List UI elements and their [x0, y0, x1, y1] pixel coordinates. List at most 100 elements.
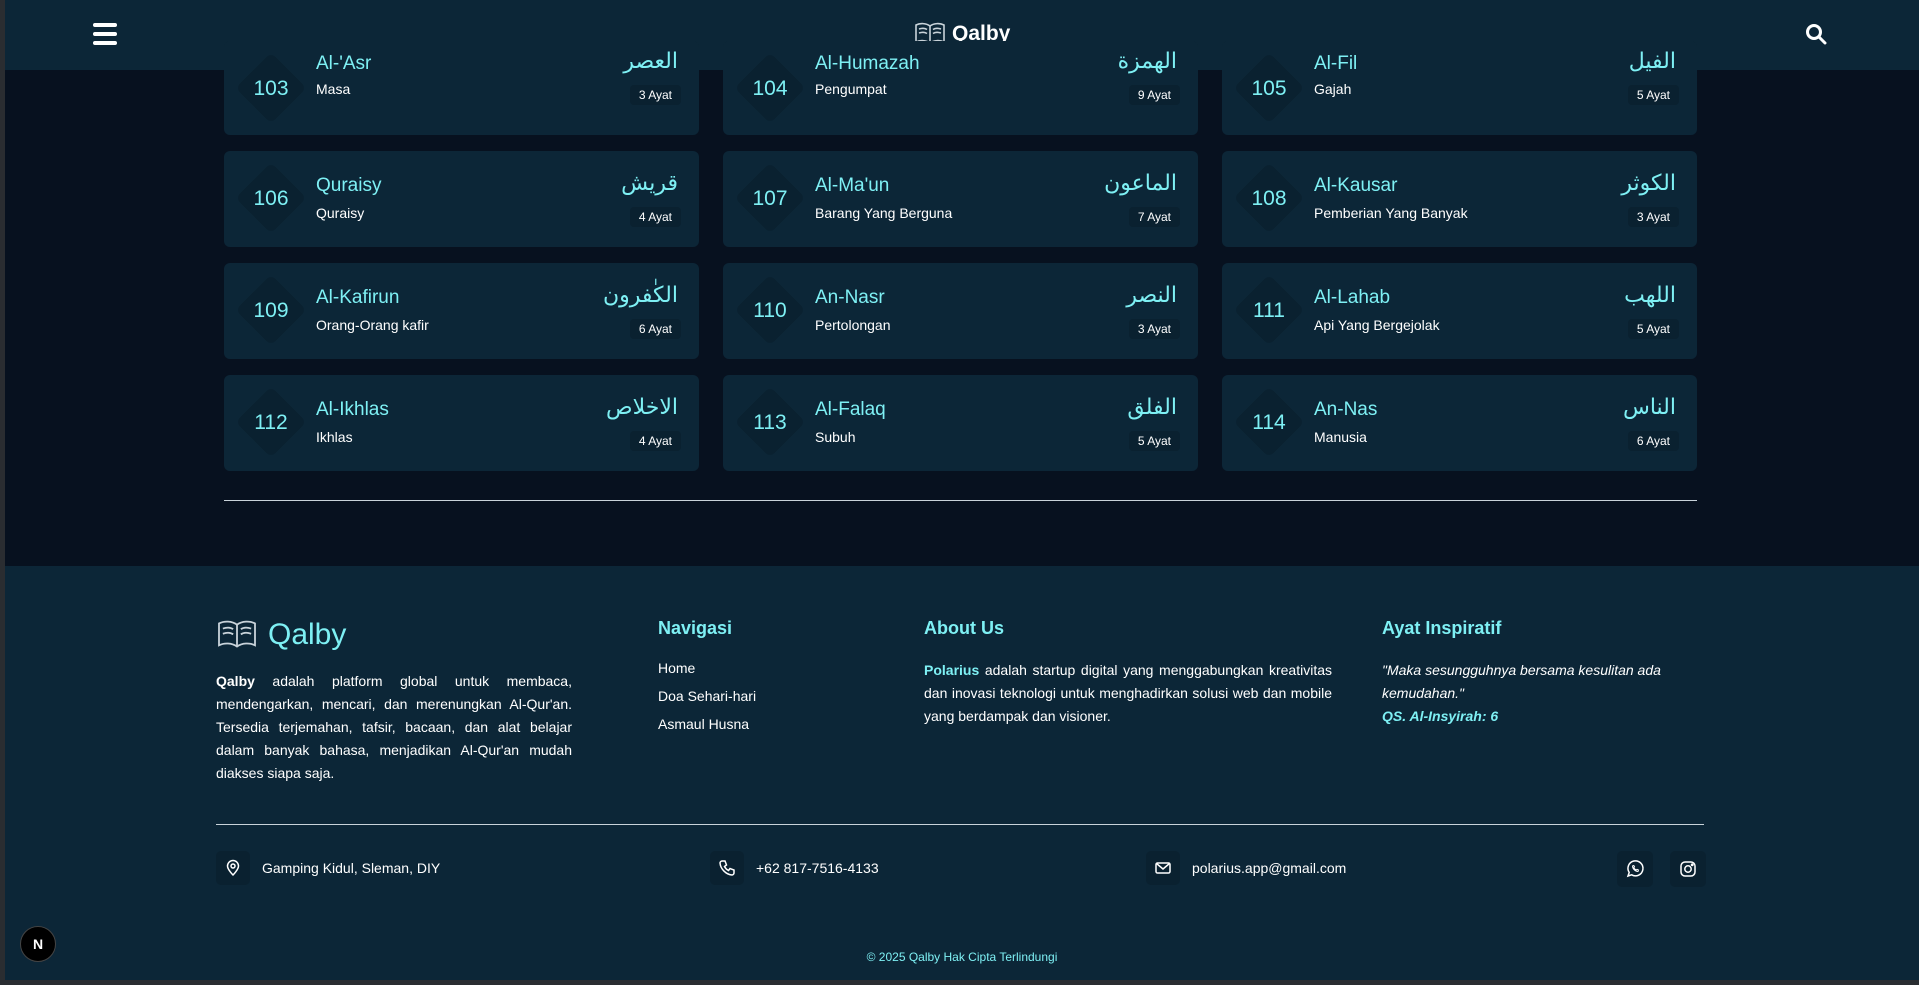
quote-reference: QS. Al-Insyirah: 6	[1382, 708, 1499, 724]
surah-arabic-name: العصر	[623, 49, 678, 74]
surah-arabic-name: الكٰفرون	[602, 283, 678, 308]
surah-meaning: Masa	[316, 81, 351, 97]
footer-nav-doa[interactable]: Doa Sehari-hari	[658, 688, 756, 716]
ayat-count-badge: 6 Ayat	[629, 319, 681, 339]
surah-meaning: Pemberian Yang Banyak	[1314, 205, 1468, 221]
contact-address: Gamping Kidul, Sleman, DIY	[216, 851, 440, 885]
surah-grid: 103 Al-'Asr Masa العصر 3 Ayat 104 Al-Humazah Pe…	[224, 41, 1697, 471]
about-us-body: adalah startup digital yang menggabungka…	[924, 662, 1332, 724]
app-frame: Qalby 103 Al-'Asr Masa العصر 3 Ayat 104 Al-Hum…	[5, 0, 1919, 980]
surah-number: 107	[752, 187, 788, 210]
divider	[224, 500, 1697, 501]
surah-number: 112	[254, 411, 288, 434]
surah-number: 110	[753, 299, 787, 322]
contact-phone: +62 817-7516-4133	[710, 851, 879, 885]
surah-arabic-name: قريش	[621, 171, 678, 196]
surah-latin-name: Al-Humazah	[815, 53, 920, 74]
mail-icon	[1146, 851, 1180, 885]
surah-card[interactable]: 106 Quraisy Quraisy قريش 4 Ayat	[224, 151, 699, 247]
whatsapp-icon[interactable]	[1617, 851, 1653, 887]
about-us-text: Polarius adalah startup digital yang men…	[924, 659, 1332, 728]
surah-arabic-name: الناس	[1622, 395, 1676, 420]
surah-arabic-name: الكوثر	[1621, 171, 1676, 196]
surah-latin-name: Al-Ma'un	[815, 175, 890, 196]
email-text[interactable]: polarius.app@gmail.com	[1192, 860, 1346, 876]
surah-latin-name: An-Nasr	[815, 287, 885, 308]
footer-logo: Qalby	[216, 617, 346, 653]
surah-card[interactable]: 109 Al-Kafirun Orang-Orang kafir الكٰفرون 6 …	[224, 263, 699, 359]
about-body: adalah platform global untuk membaca, me…	[216, 673, 572, 781]
phone-text[interactable]: +62 817-7516-4133	[756, 860, 879, 876]
footer-brand-name: Qalby	[268, 618, 347, 651]
surah-latin-name: Al-Fil	[1314, 53, 1358, 74]
surah-meaning: Barang Yang Berguna	[815, 205, 953, 221]
surah-meaning: Pengumpat	[815, 81, 887, 97]
surah-card[interactable]: 111 Al-Lahab Api Yang Bergejolak اللهب 5 Aya…	[1222, 263, 1697, 359]
footer-nav-home[interactable]: Home	[658, 660, 756, 688]
footer-nav: Home Doa Sehari-hari Asmaul Husna	[658, 660, 756, 744]
ayat-count-badge: 3 Ayat	[629, 85, 681, 105]
contact-email: polarius.app@gmail.com	[1146, 851, 1346, 885]
quote-text: "Maka sesungguhnya bersama kesulitan ada…	[1382, 662, 1661, 701]
surah-number: 109	[253, 299, 289, 322]
surah-latin-name: Al-Kausar	[1314, 175, 1398, 196]
surah-meaning: Gajah	[1314, 81, 1352, 97]
surah-latin-name: Al-Lahab	[1314, 287, 1391, 308]
surah-arabic-name: الهمزة	[1117, 49, 1177, 74]
surah-card[interactable]: 104 Al-Humazah Pengumpat الهمزة 9 Ayat	[723, 41, 1198, 135]
about-us-highlight: Polarius	[924, 662, 980, 678]
about-us-title: About Us	[924, 618, 1004, 638]
footer-about-text: Qalby adalah platform global untuk memba…	[216, 670, 572, 785]
ayat-count-badge: 4 Ayat	[629, 431, 681, 451]
surah-meaning: Ikhlas	[316, 429, 353, 445]
surah-card[interactable]: 107 Al-Ma'un Barang Yang Berguna الماعون 7 A…	[723, 151, 1198, 247]
about-bold: Qalby	[216, 673, 255, 689]
surah-card[interactable]: 112 Al-Ikhlas Ikhlas الاخلاص 4 Ayat	[224, 375, 699, 471]
surah-meaning: Orang-Orang kafir	[316, 317, 429, 333]
surah-card[interactable]: 103 Al-'Asr Masa العصر 3 Ayat	[224, 41, 699, 135]
ayat-count-badge: 5 Ayat	[1627, 319, 1679, 339]
surah-arabic-name: الفلق	[1127, 395, 1177, 420]
dev-tools-badge[interactable]: N	[20, 926, 56, 962]
footer-nav-asmaul-husna[interactable]: Asmaul Husna	[658, 716, 756, 744]
surah-number: 113	[753, 411, 787, 434]
location-pin-icon	[216, 851, 250, 885]
ayat-count-badge: 3 Ayat	[1627, 207, 1679, 227]
surah-card[interactable]: 105 Al-Fil Gajah الفيل 5 Ayat	[1222, 41, 1697, 135]
surah-latin-name: Al-Kafirun	[316, 287, 400, 308]
surah-number: 103	[253, 77, 289, 100]
surah-card[interactable]: 113 Al-Falaq Subuh الفلق 5 Ayat	[723, 375, 1198, 471]
copyright-text: © 2025 Qalby Hak Cipta Terlindungi	[866, 950, 1058, 964]
hamburger-menu-button[interactable]	[93, 23, 117, 45]
surah-meaning: Manusia	[1314, 429, 1367, 445]
surah-number: 105	[1251, 77, 1287, 100]
surah-number: 104	[752, 77, 788, 100]
surah-card[interactable]: 110 An-Nasr Pertolongan النصر 3 Ayat	[723, 263, 1198, 359]
surah-meaning: Subuh	[815, 429, 856, 445]
navigasi-title: Navigasi	[658, 618, 733, 638]
phone-icon	[710, 851, 744, 885]
surah-arabic-name: الماعون	[1104, 171, 1177, 196]
ayat-count-badge: 5 Ayat	[1627, 85, 1679, 105]
footer-divider	[216, 824, 1704, 825]
quran-book-icon	[218, 620, 256, 648]
search-icon[interactable]	[1805, 23, 1829, 47]
ayat-count-badge: 5 Ayat	[1128, 431, 1180, 451]
surah-card[interactable]: 108 Al-Kausar Pemberian Yang Banyak الكوثر 3…	[1222, 151, 1697, 247]
inspirational-quote: "Maka sesungguhnya bersama kesulitan ada…	[1382, 659, 1682, 728]
ayat-count-badge: 3 Ayat	[1128, 319, 1180, 339]
surah-number: 106	[253, 187, 289, 210]
ayat-count-badge: 7 Ayat	[1128, 207, 1180, 227]
surah-card[interactable]: 114 An-Nas Manusia الناس 6 Ayat	[1222, 375, 1697, 471]
surah-latin-name: Quraisy	[316, 175, 382, 196]
surah-latin-name: An-Nas	[1314, 399, 1378, 420]
surah-number: 111	[1253, 299, 1285, 322]
surah-meaning: Api Yang Bergejolak	[1314, 317, 1440, 333]
ayat-count-badge: 6 Ayat	[1627, 431, 1679, 451]
address-text: Gamping Kidul, Sleman, DIY	[262, 860, 441, 876]
surah-arabic-name: اللهب	[1624, 283, 1676, 308]
instagram-icon[interactable]	[1670, 851, 1706, 887]
surah-latin-name: Al-Falaq	[815, 399, 886, 420]
ayat-count-badge: 9 Ayat	[1128, 85, 1180, 105]
surah-number: 108	[1251, 187, 1287, 210]
